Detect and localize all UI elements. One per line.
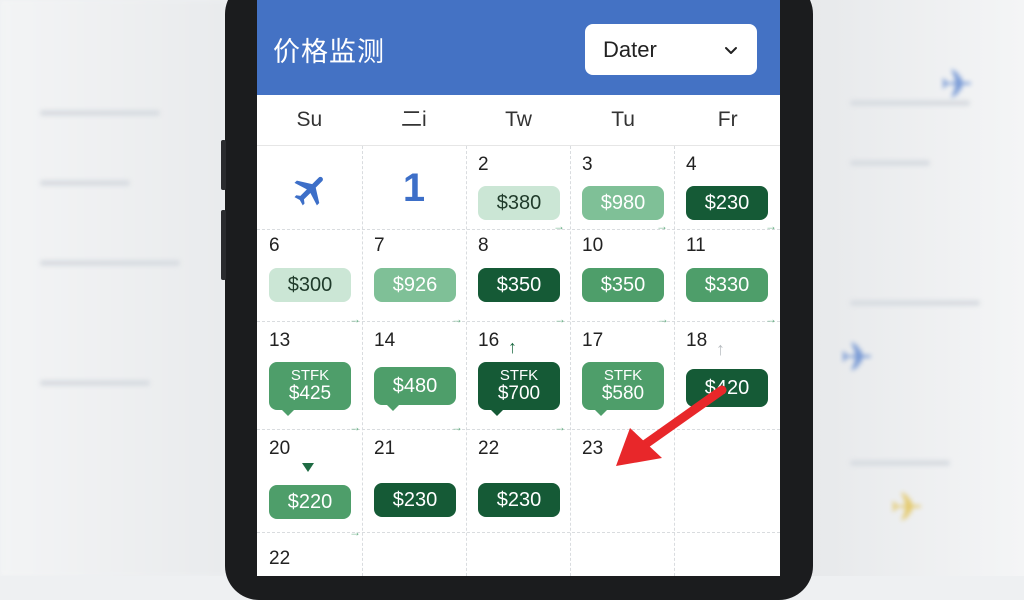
price-badge[interactable]: $480: [374, 367, 456, 405]
background-left-panel: [0, 0, 225, 576]
price-badge[interactable]: $350: [582, 268, 664, 302]
calendar-cell[interactable]: 22 $230: [466, 429, 570, 532]
day-number: 22: [269, 548, 291, 569]
price-badge[interactable]: $980: [582, 186, 664, 220]
background-line: [850, 300, 980, 306]
calendar-cell[interactable]: 11 $330: [674, 229, 778, 321]
badge-pointer: [490, 409, 504, 416]
price-badge[interactable]: STFK $700: [478, 362, 560, 410]
current-day-number: 1: [402, 166, 426, 210]
day-number: 4: [686, 154, 697, 175]
calendar-cell[interactable]: 1: [362, 146, 466, 229]
day-number: 16: [478, 330, 500, 351]
price-badge-code: STFK: [499, 367, 539, 384]
day-number: 22: [478, 438, 500, 459]
calendar-cell[interactable]: 13 STFK $425: [257, 321, 361, 429]
calendar-cell[interactable]: 6 $300: [257, 229, 361, 321]
weekday-label: Fr: [717, 108, 738, 131]
background-line: [40, 110, 160, 116]
day-number: 18: [686, 330, 708, 351]
phone-side-button: [221, 140, 226, 190]
calendar-cell[interactable]: 7 $926: [362, 229, 466, 321]
phone-side-button: [221, 210, 226, 280]
airplane-icon: ✈: [840, 336, 874, 380]
day-number: 2: [478, 154, 489, 175]
day-number: 3: [582, 154, 593, 175]
background-line: [40, 180, 130, 186]
price-badge[interactable]: $926: [374, 268, 456, 302]
calendar-cell[interactable]: 4 $230: [674, 146, 778, 229]
weekday-label: Tw: [505, 108, 532, 131]
price-badge[interactable]: STFK $425: [269, 362, 351, 410]
calendar-cell[interactable]: 14 $480: [362, 321, 466, 429]
date-filter-value: Dater: [603, 36, 657, 62]
price-badge[interactable]: $230: [686, 186, 768, 220]
price-badge[interactable]: $300: [269, 268, 351, 302]
day-number: 21: [374, 438, 396, 459]
price-up-arrow-icon: ↑: [716, 339, 725, 359]
airplane-icon: ✈: [940, 63, 974, 107]
price-badge-code: STFK: [290, 367, 330, 384]
calendar-cell[interactable]: 10 $350: [570, 229, 674, 321]
price-badge[interactable]: $220: [269, 485, 351, 519]
calendar-cell[interactable]: 22: [257, 532, 361, 576]
background-line: [40, 260, 180, 266]
date-filter-select[interactable]: Dater: [585, 24, 757, 75]
weekday-header: Su 二i Tw Tu Fr: [257, 95, 780, 146]
calendar-cell[interactable]: [257, 146, 361, 229]
price-badge[interactable]: $230: [374, 483, 456, 517]
airplane-icon: ✈: [890, 486, 924, 530]
day-number: 8: [478, 235, 489, 256]
calendar-cell[interactable]: 8 $350: [466, 229, 570, 321]
day-number: 17: [582, 330, 604, 351]
day-number: 20: [269, 438, 291, 459]
badge-pointer: [386, 404, 400, 411]
day-number: 11: [686, 235, 706, 256]
calendar-cell[interactable]: 16 ↑ STFK $700: [466, 321, 570, 429]
calendar-cell[interactable]: 3 $980: [570, 146, 674, 229]
price-badge[interactable]: $330: [686, 268, 768, 302]
annotation-arrow: [616, 385, 727, 466]
calendar-cell[interactable]: 21 $230: [362, 429, 466, 532]
app-header: 价格监测 Dater: [257, 0, 780, 95]
calendar-cell[interactable]: 2 $380: [466, 146, 570, 229]
background-line: [850, 460, 950, 466]
price-badge-value: $425: [288, 383, 332, 404]
price-down-arrow-icon: [302, 463, 314, 472]
weekday-label: Tu: [611, 108, 635, 131]
weekday-label: 二i: [401, 108, 427, 131]
background-line: [850, 160, 930, 166]
price-up-arrow-icon: ↑: [508, 337, 517, 357]
day-number: 10: [582, 235, 604, 256]
day-number: 6: [269, 235, 280, 256]
calendar-cell[interactable]: 20 $220: [257, 429, 361, 532]
price-badge[interactable]: $230: [478, 483, 560, 517]
calendar-grid: 1 2 $380 3 $980 4 $230 → → → 6 $300 7 $9…: [257, 146, 780, 576]
chevron-down-icon: [725, 46, 737, 54]
phone-screen: 价格监测 Dater Su 二i Tw Tu Fr 1 2 $380 3 $98…: [257, 0, 780, 576]
price-badge[interactable]: $380: [478, 186, 560, 220]
price-badge-value: $700: [497, 383, 541, 404]
day-number: 13: [269, 330, 291, 351]
weekday-label: Su: [296, 108, 323, 131]
price-badge[interactable]: $350: [478, 268, 560, 302]
airplane-icon: [294, 176, 323, 206]
app-title: 价格监测: [273, 37, 385, 67]
day-number: 7: [374, 235, 385, 256]
badge-pointer: [281, 409, 295, 416]
day-number: 14: [374, 330, 396, 351]
background-line: [40, 380, 150, 386]
